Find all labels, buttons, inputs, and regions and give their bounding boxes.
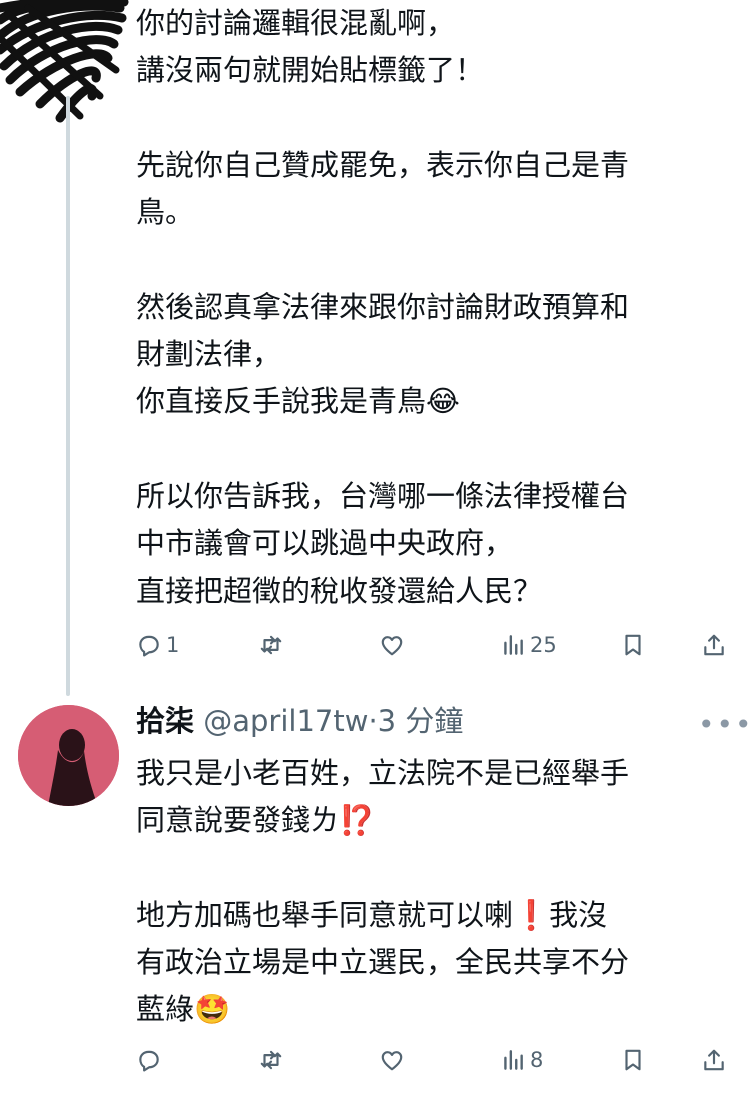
tweet-text-line: 中市議會可以跳過中央政府，: [136, 526, 514, 561]
tweet-text-line: 有政治立場是中立選民，全民共享不分: [136, 945, 630, 980]
tweet-header: 拾柒 @april17tw·3 分鐘: [136, 700, 463, 742]
views-count: 25: [530, 633, 557, 657]
tweet-text-line: 鳥。: [136, 195, 195, 230]
tweet-text-line: 我只是小老百姓，立法院不是已經舉手: [136, 756, 630, 790]
header-separator: ·: [368, 704, 378, 738]
views-icon: [504, 1050, 523, 1070]
avatar[interactable]: [18, 705, 119, 806]
author-handle[interactable]: @april17tw: [203, 704, 368, 738]
tweet-text-line: 然後認真拿法律來跟你討論財政預算和: [136, 289, 630, 324]
more-icon[interactable]: •••: [698, 708, 750, 741]
heart-icon: [381, 1051, 403, 1071]
share-icon: [704, 634, 724, 656]
share-icon: [704, 1049, 724, 1071]
share-button[interactable]: [701, 1040, 727, 1080]
views-icon: [504, 635, 523, 655]
like-button[interactable]: [379, 1040, 409, 1080]
tweet-text-line: 財劃法律，: [136, 337, 282, 372]
repost-icon: [260, 1050, 282, 1070]
reply-icon: [139, 635, 159, 657]
bookmark-button[interactable]: [620, 1040, 646, 1080]
share-button[interactable]: [701, 625, 727, 665]
heart-icon: [381, 636, 403, 656]
tweet-text: 我只是小老百姓，立法院不是已經舉手 同意說要發錢ㄌ⁉️ 地方加碼也舉手同意就可以喇❗…: [136, 750, 726, 1034]
reply-icon: [139, 1050, 159, 1072]
reply-button[interactable]: 1: [136, 625, 179, 665]
tweet-text-line: 同意說要發錢ㄌ⁉️: [136, 803, 376, 838]
tweet-text-line: [136, 95, 726, 142]
repost-icon: [260, 635, 282, 655]
tweet-text-line: 所以你告訴我，台灣哪一條法律授權台: [136, 478, 630, 513]
tweet-text-line: 講沒兩句就開始貼標籤了！: [136, 53, 485, 88]
like-button[interactable]: [379, 625, 409, 665]
tweet-actions: 8: [136, 1040, 726, 1080]
tweet-text: 你的討論邏輯很混亂啊， 講沒兩句就開始貼標籤了！ 先說你自己贊成罷免，表示你自己是青…: [136, 0, 726, 615]
tweet-text-line: [136, 845, 726, 892]
views-button[interactable]: 25: [500, 625, 557, 665]
reply-button[interactable]: [136, 1040, 166, 1080]
reply-count: 1: [166, 633, 180, 657]
bookmark-button[interactable]: [620, 625, 646, 665]
repost-button[interactable]: [258, 1040, 288, 1080]
repost-button[interactable]: [258, 625, 288, 665]
tweet-actions: 1 25: [136, 625, 726, 665]
tweet-text-line: 先說你自己贊成罷免，表示你自己是青: [136, 147, 630, 182]
bookmark-icon: [625, 1049, 641, 1071]
avatar-silhouette: [18, 705, 119, 806]
thread-connector-line: [66, 96, 70, 696]
author-name[interactable]: 拾柒: [136, 704, 194, 738]
tweet-text-line: [136, 426, 726, 473]
scribbled-avatar-redaction: [0, 0, 129, 123]
tweet-text-line: 你直接反手說我是青鳥😂: [136, 384, 460, 419]
tweet-text-line: 直接把超徵的稅收發還給人民？: [136, 573, 543, 608]
tweet-text-line: 地方加碼也舉手同意就可以喇❗️我沒: [136, 897, 608, 932]
views-button[interactable]: 8: [500, 1040, 543, 1080]
views-count: 8: [530, 1048, 544, 1072]
tweet-text-line: 你的討論邏輯很混亂啊，: [136, 6, 456, 40]
tweet-text-line: 藍綠🤩: [136, 992, 231, 1027]
bookmark-icon: [625, 634, 641, 656]
tweet-text-line: [136, 236, 726, 283]
tweet-time[interactable]: 3 分鐘: [378, 704, 464, 738]
